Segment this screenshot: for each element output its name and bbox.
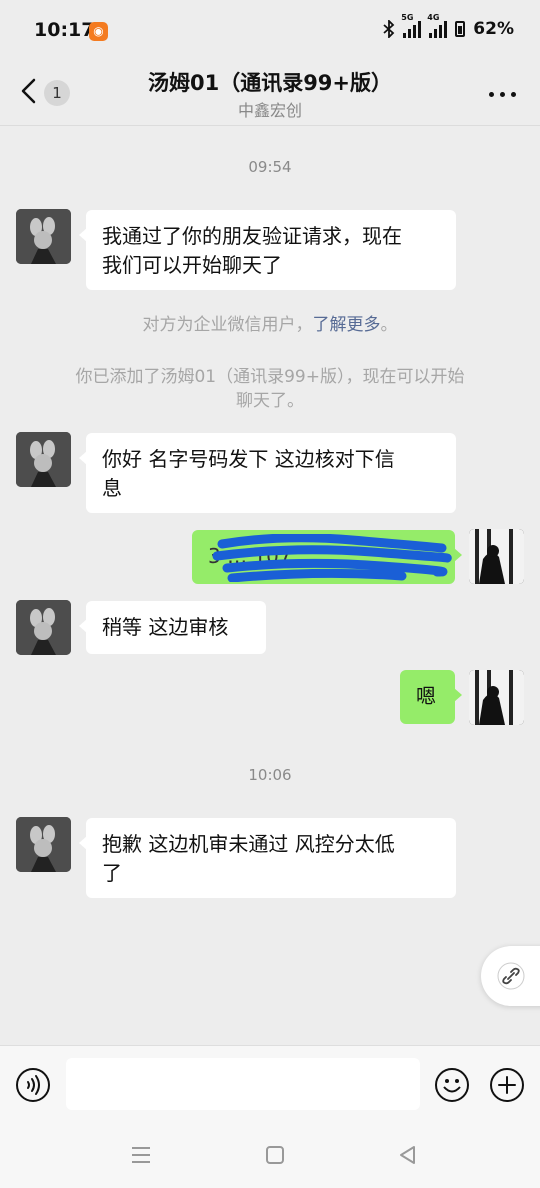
chat-header: 1 汤姆01（通讯录99+版） 中鑫宏创 [0, 62, 540, 126]
system-nav-bar [0, 1125, 540, 1188]
message-bubble-sent[interactable]: 3 … 107 [192, 530, 462, 584]
signal-4g-icon: 4G [427, 13, 448, 38]
bluetooth-icon [383, 20, 395, 38]
status-indicators: 5G 4G 62% [383, 13, 514, 39]
my-avatar[interactable] [469, 529, 524, 584]
contact-avatar[interactable] [16, 209, 71, 264]
battery-percent: 62% [473, 19, 514, 39]
system-notice-text: 你已添加了汤姆01（通讯录99+版），现在可以开始 [75, 367, 465, 387]
signal-5g-icon: 5G [401, 13, 422, 38]
message-bubble-received[interactable]: 稍等 这边审核 [79, 601, 266, 654]
learn-more-link[interactable]: 了解更多 [313, 315, 381, 335]
status-time: 10:17 [34, 19, 95, 41]
message-text: 稍等 这边审核 [102, 615, 229, 639]
link-button[interactable] [481, 946, 540, 1006]
system-notice: 你已添加了汤姆01（通讯录99+版），现在可以开始 聊天了。 [40, 365, 500, 413]
chat-subtitle: 中鑫宏创 [237, 101, 302, 120]
chat-title: 汤姆01（通讯录99+版） [147, 71, 393, 95]
plus-icon[interactable] [489, 1067, 525, 1103]
link-icon [497, 962, 525, 990]
message-text: 抱歉 这边机审未通过 风控分太低 [102, 832, 395, 856]
message-input[interactable] [66, 1058, 420, 1110]
more-options-icon[interactable] [489, 92, 516, 97]
timestamp: 10:06 [248, 766, 292, 784]
message-text: 嗯 [416, 684, 436, 708]
message-bubble-received[interactable]: 抱歉 这边机审未通过 风控分太低 了 [79, 818, 456, 898]
app-notification-icon: ◉ [89, 22, 108, 41]
message-text: 我们可以开始聊天了 [102, 253, 282, 277]
contact-avatar[interactable] [16, 817, 71, 872]
system-notice-text: 聊天了。 [236, 391, 304, 411]
message-text: 息 [102, 476, 122, 500]
menu-icon[interactable] [129, 1143, 153, 1167]
chat-input-bar [0, 1045, 540, 1126]
message-bubble-sent[interactable]: 嗯 [400, 670, 462, 724]
emoji-icon[interactable] [434, 1067, 470, 1103]
message-text: 我通过了你的朋友验证请求，现在 [102, 224, 402, 248]
system-notice: 对方为企业微信用户，了解更多。 [142, 315, 398, 335]
voice-input-icon[interactable] [15, 1067, 51, 1103]
battery-icon [455, 21, 466, 37]
timestamp: 09:54 [248, 158, 292, 176]
message-text: 了 [102, 861, 122, 885]
redaction-scribble [212, 534, 452, 582]
status-bar: 10:17 ◉ 5G 4G 62% [0, 0, 540, 62]
message-bubble-received[interactable]: 你好 名字号码发下 这边核对下信 息 [79, 433, 456, 513]
back-nav-icon[interactable] [396, 1143, 420, 1167]
contact-avatar[interactable] [16, 600, 71, 655]
system-notice-text: 对方为企业微信用户， [142, 315, 313, 335]
my-avatar[interactable] [469, 670, 524, 725]
home-icon[interactable] [263, 1143, 287, 1167]
message-bubble-received[interactable]: 我通过了你的朋友验证请求，现在 我们可以开始聊天了 [79, 210, 456, 290]
message-text: 你好 名字号码发下 这边核对下信 [102, 447, 395, 471]
contact-avatar[interactable] [16, 432, 71, 487]
